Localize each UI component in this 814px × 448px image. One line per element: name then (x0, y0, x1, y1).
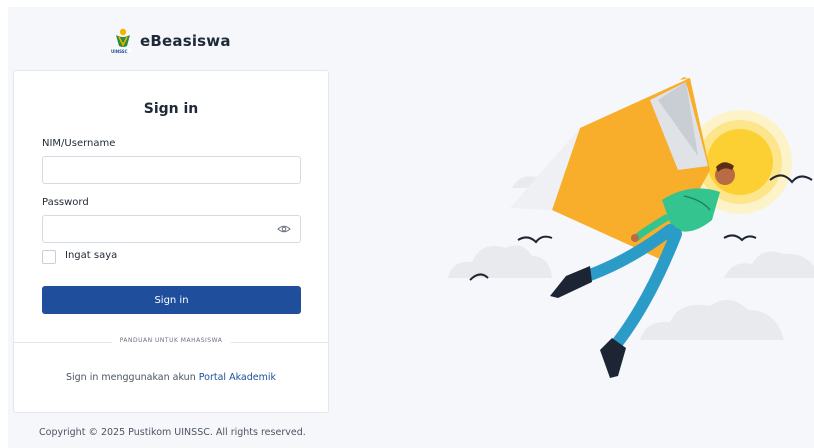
username-label: NIM/Username (42, 138, 116, 149)
brand-header: UINSSC eBeasiswa (111, 26, 231, 56)
portal-prefix: Sign in menggunakan akun (65, 372, 199, 383)
brand-name: eBeasiswa (140, 32, 231, 50)
sign-in-button[interactable]: Sign in (42, 286, 301, 314)
copyright-text: Copyright © 2025 Pustikom UINSSC. All ri… (39, 427, 306, 438)
uinssc-logo-icon: UINSSC (111, 26, 134, 56)
flying-reader-illustration (440, 70, 814, 400)
eye-icon[interactable] (277, 221, 291, 235)
password-input[interactable] (42, 215, 301, 243)
password-label: Password (42, 197, 89, 208)
portal-signin-text: Sign in menggunakan akun Portal Akademik (14, 372, 328, 383)
remember-me-label[interactable]: Ingat saya (65, 250, 117, 261)
logo-caption: UINSSC (111, 49, 128, 54)
username-input[interactable] (42, 156, 301, 184)
student-guide-link[interactable]: PANDUAN UNTUK MAHASISWA (111, 337, 231, 344)
page-title: Sign in (143, 101, 199, 117)
portal-akademik-link[interactable]: Portal Akademik (199, 372, 276, 383)
login-card: Sign in NIM/Username Password Ingat saya… (13, 70, 329, 413)
remember-me-checkbox[interactable] (42, 250, 56, 264)
